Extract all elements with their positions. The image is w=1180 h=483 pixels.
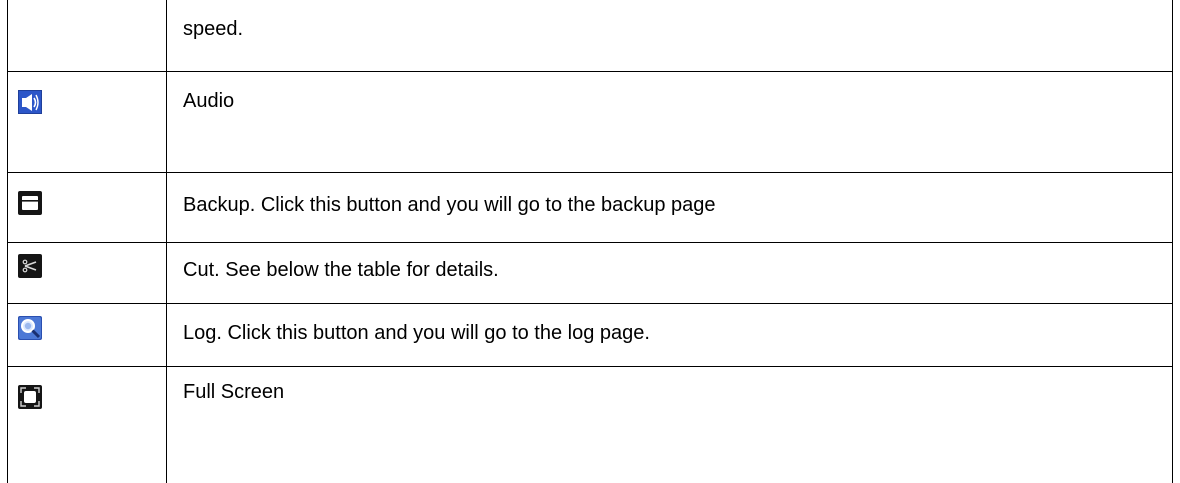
description-cell: Backup. Click this button and you will g… — [166, 171, 1173, 243]
table-row: speed. — [7, 0, 1173, 72]
log-magnifier-icon — [18, 315, 42, 340]
icon-cell — [7, 171, 167, 243]
description-text: Log. Click this button and you will go t… — [183, 321, 650, 344]
icon-cell — [7, 70, 167, 173]
table-row: Full Screen — [7, 365, 1173, 483]
table-row: Audio — [7, 70, 1173, 173]
description-cell: Cut. See below the table for details. — [166, 241, 1173, 304]
table-row: Backup. Click this button and you will g… — [7, 171, 1173, 243]
description-text: Backup. Click this button and you will g… — [183, 193, 716, 216]
table-row: Cut. See below the table for details. — [7, 241, 1173, 304]
description-cell: Log. Click this button and you will go t… — [166, 302, 1173, 367]
icon-description-table: speed. Audio Backup. Click this button a… — [7, 0, 1173, 483]
description-text: Audio — [183, 89, 235, 112]
icon-cell — [7, 302, 167, 367]
audio-speaker-icon — [18, 89, 42, 114]
full-screen-icon — [18, 384, 42, 409]
icon-cell — [7, 365, 167, 483]
description-cell: Full Screen — [166, 365, 1173, 483]
icon-cell — [7, 0, 167, 72]
description-text: Cut. See below the table for details. — [183, 258, 499, 281]
icon-cell — [7, 241, 167, 304]
description-cell: speed. — [166, 0, 1173, 72]
description-cell: Audio — [166, 70, 1173, 173]
cut-scissors-icon — [18, 253, 42, 278]
backup-folder-icon — [18, 190, 42, 215]
description-text: Full Screen — [183, 380, 285, 403]
description-text: speed. — [183, 18, 244, 40]
table-row: Log. Click this button and you will go t… — [7, 302, 1173, 367]
